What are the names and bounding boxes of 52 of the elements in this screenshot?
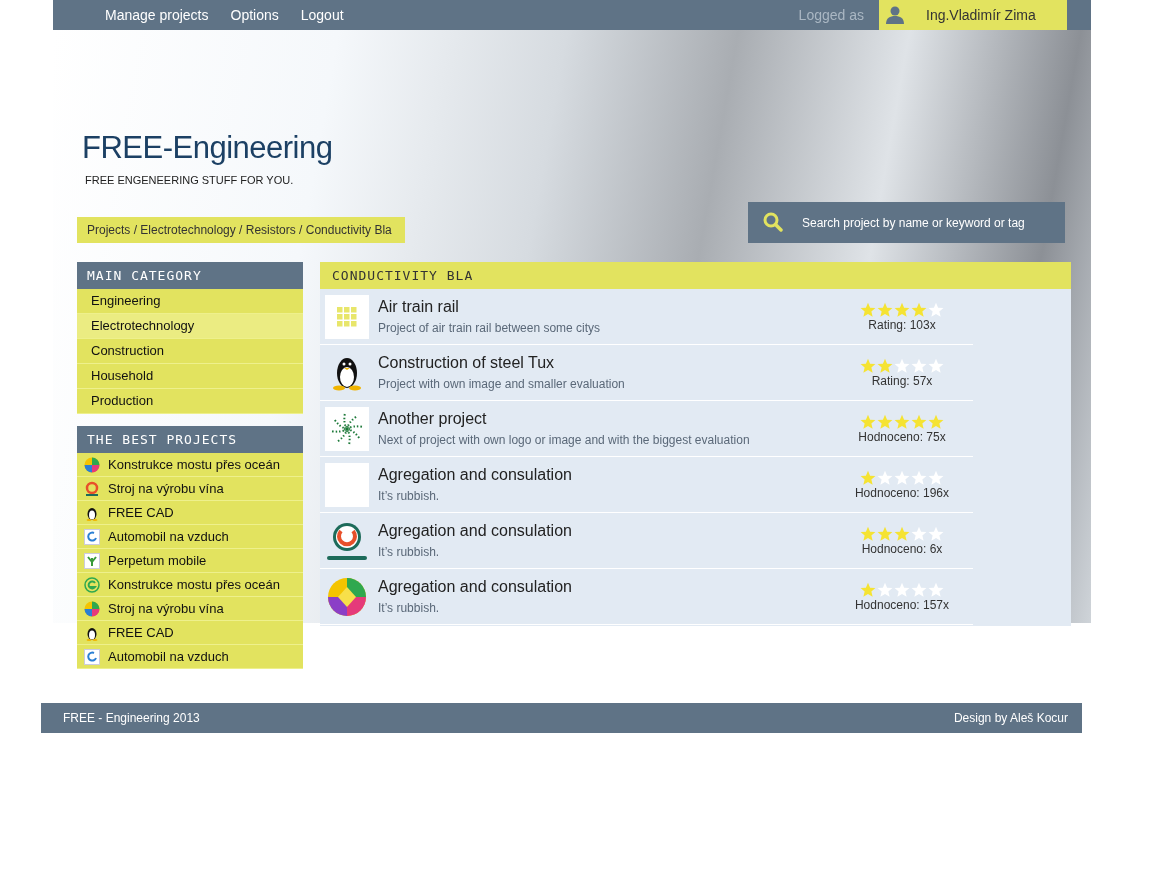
swirl-logo-icon [84,528,100,545]
circle-logo-icon [84,576,100,593]
project-description: It’s rubbish. [378,489,441,503]
rating-count: Rating: 103x [868,317,936,332]
category-item[interactable]: Production [77,389,303,414]
project-title[interactable]: Another project [378,410,838,428]
rating-count: Hodnoceno: 75x [858,429,946,444]
project-title[interactable]: Agregation and consulation [378,578,838,596]
blank-image [325,462,369,507]
site-tagline: FREE ENGENEERING STUFF FOR YOU. [85,174,295,186]
rating-count: Hodnoceno: 6x [861,541,943,556]
site-title: FREE-Engineering [82,130,334,166]
project-title[interactable]: Agregation and consulation [378,522,838,540]
category-item[interactable]: Electrotechnology [77,314,303,339]
search-icon [763,212,783,232]
copyright-text: FREE - Engineering 2013 [63,711,200,725]
project-description: Next of project with own logo or image and with the biggest evaluation [378,433,751,447]
project-title[interactable]: Air train rail [378,298,838,316]
logged-as-label: Logged as [798,7,864,23]
person-icon [886,6,904,24]
category-item[interactable]: Household [77,364,303,389]
panel-heading: MAIN CATEGORY [77,262,303,289]
nav-link[interactable]: Manage projects [105,7,209,23]
project-description: Project with own image and smaller evaluation [378,377,626,391]
colorful-ball-icon [84,600,100,617]
best-project-link[interactable]: FREE CAD [108,505,174,520]
colorful-ball-icon [84,456,100,473]
ring-logo-icon [84,480,100,497]
rating-count: Rating: 57x [871,373,933,388]
project-description: Project of air train rail between some citys [378,321,602,335]
breadcrumb: Projects / Electrotechnology / Resistors / Conductivity Bla [77,217,405,243]
grid-logo-icon [325,294,369,339]
panel-heading: CONDUCTIVITY BLA [320,262,1071,289]
project-description: It’s rubbish. [378,601,441,615]
category-item[interactable]: Construction [77,339,303,364]
user-badge[interactable]: Ing.Vladimír Zima [879,0,1067,30]
category-item[interactable]: Engineering [77,289,303,314]
project-title[interactable]: Construction of steel Tux [378,354,838,372]
user-name: Ing.Vladimír Zima [926,7,1036,23]
rating-count: Hodnoceno: 157x [854,597,950,612]
nav-link[interactable]: Options [230,7,279,23]
project-description: It’s rubbish. [378,545,441,559]
nav-link[interactable]: Logout [300,7,344,23]
panel-heading: THE BEST PROJECTS [77,426,303,453]
project-title[interactable]: Agregation and consulation [378,466,838,484]
rating-count: Hodnoceno: 196x [854,485,950,500]
swirl-logo-icon [84,648,100,665]
search-field[interactable]: Search project by name or keyword or tag [748,202,1065,243]
plant-logo-icon [84,552,100,569]
best-project-link[interactable]: FREE CAD [108,625,174,640]
dotted-spiral-icon [325,406,369,451]
design-credit: Design by Aleš Kocur [953,711,1068,725]
